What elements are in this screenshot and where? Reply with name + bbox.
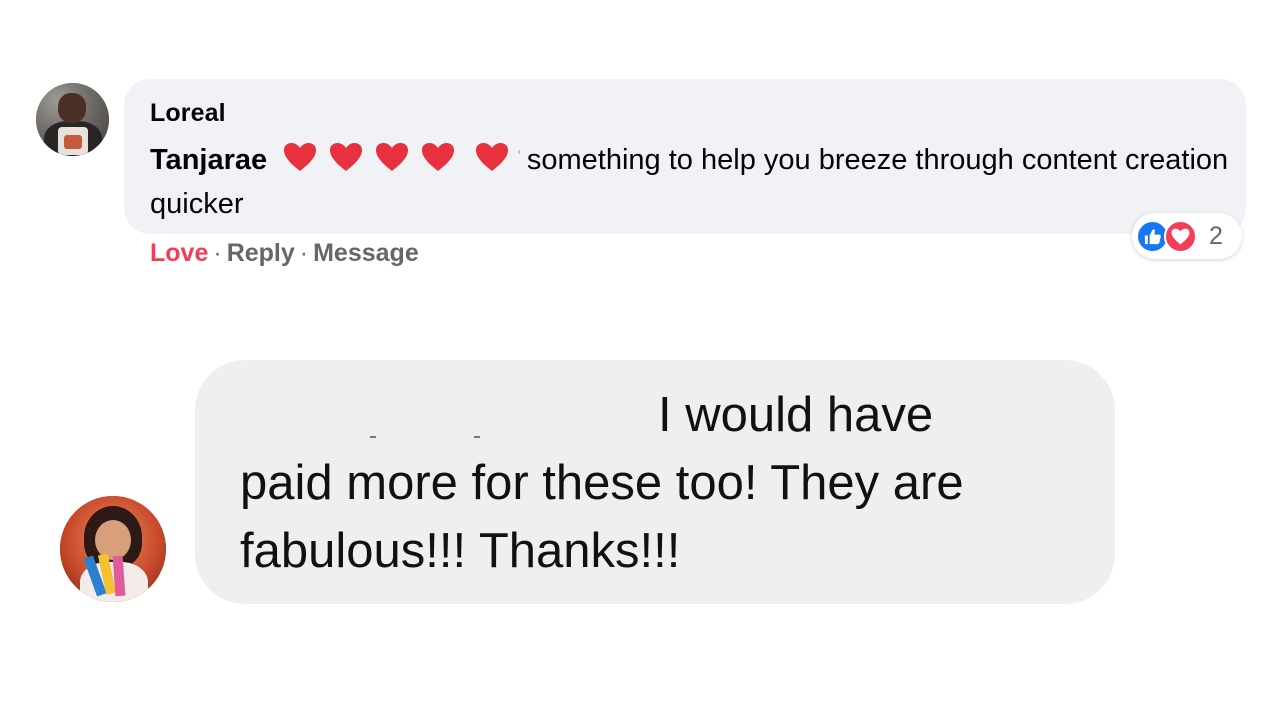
avatar-figure-head (58, 93, 86, 123)
reaction-summary[interactable]: 2 (1132, 213, 1242, 259)
heart-icon (284, 143, 317, 171)
message-action[interactable]: Message (313, 239, 419, 267)
mention-tag[interactable]: Tanjarae (150, 144, 267, 176)
comment-line: I would have (658, 388, 934, 442)
action-separator: · (299, 239, 309, 267)
comment-line: paid more for these too! They are (240, 456, 964, 510)
commenter-avatar[interactable] (36, 83, 109, 156)
heart-icon (422, 143, 455, 171)
heart-emojis (283, 142, 513, 184)
reaction-count: 2 (1209, 222, 1223, 250)
comment-line: fabulous!!! Thanks!!! (240, 524, 681, 578)
comment-actions: Love · Reply · Message (150, 239, 419, 268)
heart-icon (376, 143, 409, 171)
heart-icon (476, 143, 509, 171)
avatar-figure-print (64, 135, 82, 149)
love-icon (1164, 220, 1197, 253)
comment-text: Tanjarae ' something to help you breeze t… (150, 137, 1230, 225)
redaction-mark: ' (517, 147, 521, 167)
heart-icon (330, 143, 363, 171)
comment-author-name[interactable]: Loreal (150, 99, 226, 128)
commenter-avatar[interactable] (60, 496, 166, 602)
love-action[interactable]: Love (150, 239, 208, 267)
comment-text: I would have paid more for these too! Th… (240, 381, 1100, 585)
reply-action[interactable]: Reply (227, 239, 295, 267)
action-separator: · (213, 239, 222, 267)
